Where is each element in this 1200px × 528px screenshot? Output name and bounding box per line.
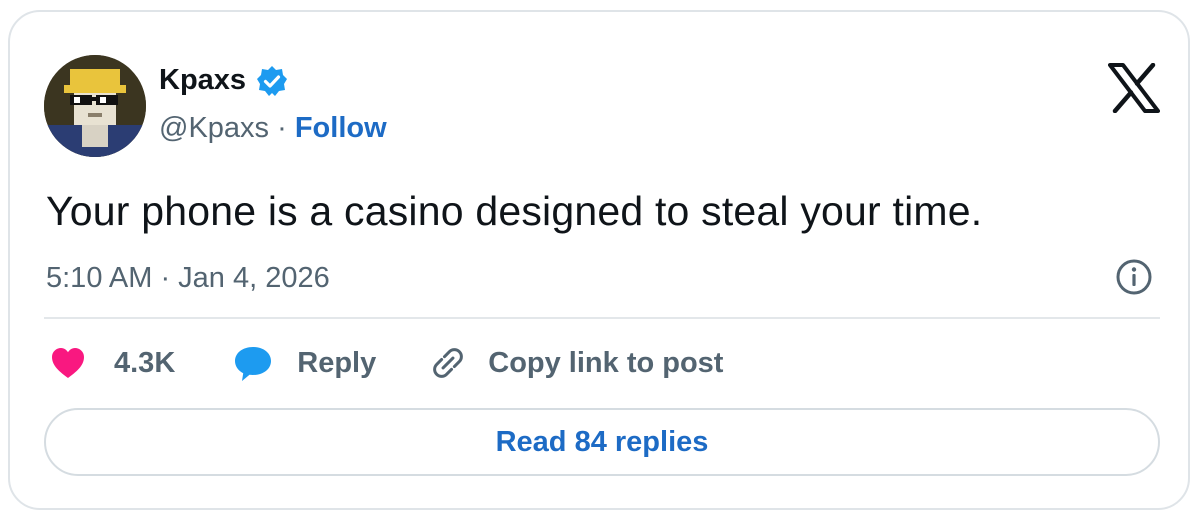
like-button[interactable]: 4.3K: [50, 346, 175, 380]
heart-icon: [52, 348, 84, 378]
avatar-image: [44, 55, 146, 157]
link-icon: [433, 348, 464, 378]
copy-link-label: Copy link to post: [488, 346, 724, 379]
reply-label: Reply: [297, 346, 377, 379]
post-timestamp[interactable]: 5:10 AM · Jan 4, 2026: [46, 262, 330, 295]
speech-bubble-icon: [235, 347, 272, 381]
read-replies-label: Read 84 replies: [495, 425, 709, 458]
handle-separator: ·: [269, 112, 295, 144]
x-logo-icon[interactable]: [1108, 62, 1160, 114]
like-count: 4.3K: [114, 346, 176, 379]
avatar[interactable]: [44, 55, 146, 157]
author-name-row: Kpaxs: [159, 64, 288, 97]
action-bar: 4.3K Reply Copy link to post: [50, 338, 723, 388]
author-handle[interactable]: @Kpaxs: [159, 112, 269, 144]
author-name[interactable]: Kpaxs: [159, 64, 246, 97]
post-text: Your phone is a casino designed to steal…: [46, 188, 983, 234]
divider: [44, 317, 1160, 319]
verified-badge-icon: [256, 65, 288, 97]
post-card: Kpaxs @Kpaxs · Follow Your phone is a ca…: [8, 10, 1190, 510]
copy-link-button[interactable]: Copy link to post: [428, 343, 723, 383]
reply-button[interactable]: Reply: [233, 344, 376, 382]
info-icon[interactable]: [1114, 257, 1154, 297]
read-replies-button[interactable]: Read 84 replies: [44, 408, 1160, 476]
handle-row: @Kpaxs · Follow: [159, 112, 387, 145]
follow-button[interactable]: Follow: [295, 112, 387, 144]
